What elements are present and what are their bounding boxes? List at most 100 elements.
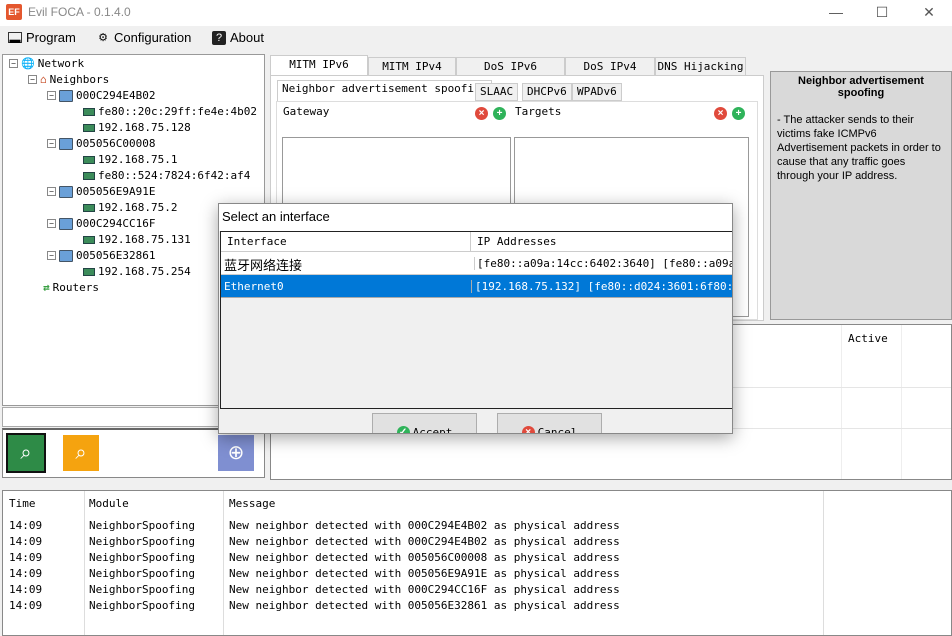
remove-icon: ×: [717, 108, 724, 119]
menu-about[interactable]: ? About: [212, 30, 264, 45]
tree-node-neighbors[interactable]: − ⌂ Neighbors: [28, 73, 109, 86]
add-computer-button[interactable]: ⊕: [218, 435, 254, 471]
subtab-dhcpv6[interactable]: DHCPv6: [522, 83, 572, 101]
subtab-neighbor-spoofing[interactable]: Neighbor advertisement spoofing: [277, 80, 493, 101]
tree-node-address[interactable]: fe80::524:7824:6f42:af4: [83, 169, 250, 182]
subtab-slaac[interactable]: SLAAC: [475, 83, 519, 101]
log-time: 14:09: [9, 519, 43, 532]
log-row[interactable]: 14:09 NeighborSpoofing New neighbor detect…: [3, 519, 952, 535]
tree-node-network[interactable]: − 🌐 Network: [9, 57, 84, 70]
tab-mitm-ipv4[interactable]: MITM IPv4: [368, 57, 456, 76]
tab-dos-ipv6[interactable]: DoS IPv6: [456, 57, 565, 76]
collapse-icon[interactable]: −: [47, 187, 56, 196]
remove-gateway-button[interactable]: ×: [475, 107, 488, 120]
collapse-icon[interactable]: −: [28, 75, 37, 84]
tree-label: fe80::20c:29ff:fe4e:4b02: [98, 105, 257, 118]
log-module: NeighborSpoofing: [89, 567, 195, 580]
tree-label: 005056E32861: [76, 249, 156, 262]
remove-icon: ×: [478, 108, 485, 119]
log-row[interactable]: 14:09 NeighborSpoofing New neighbor detect…: [3, 599, 952, 615]
tree-node-address[interactable]: 192.168.75.254: [83, 265, 191, 278]
network-card-icon: [83, 123, 95, 132]
column-header-time: Time: [9, 497, 36, 510]
log-message: New neighbor detected with 005056E32861 …: [229, 599, 620, 612]
computer-icon: [59, 249, 73, 262]
interface-row-selected[interactable]: Ethernet0 [192.168.75.132] [fe80::d024:3…: [221, 275, 732, 298]
tree-node-host[interactable]: − 005056C00008: [47, 137, 155, 150]
attack-scan-icon: ⌕: [75, 442, 87, 464]
add-icon: +: [735, 108, 742, 119]
tree-node-host[interactable]: − 005056E32861: [47, 249, 155, 262]
log-time: 14:09: [9, 551, 43, 564]
scan-toolbar: ⌕ ⌕ ⊕: [2, 428, 265, 478]
tree-node-host[interactable]: − 005056E9A91E: [47, 185, 155, 198]
log-message: New neighbor detected with 000C294CC16F …: [229, 583, 620, 596]
button-label: Accept: [412, 426, 453, 434]
minimize-icon: —: [829, 4, 843, 20]
accept-button[interactable]: ✓ Accept: [372, 413, 477, 434]
add-computer-icon: ⊕: [227, 442, 245, 464]
tab-dns-hijacking[interactable]: DNS Hijacking: [655, 57, 746, 76]
check-icon: ✓: [396, 426, 410, 433]
maximize-button[interactable]: ☐: [859, 2, 905, 22]
subtab-wpadv6[interactable]: WPADv6: [572, 83, 622, 101]
log-module: NeighborSpoofing: [89, 519, 195, 532]
log-module: NeighborSpoofing: [89, 583, 195, 596]
column-divider: [841, 325, 842, 479]
tree-node-address[interactable]: fe80::20c:29ff:fe4e:4b02: [83, 105, 257, 118]
log-message: New neighbor detected with 005056E9A91E …: [229, 567, 620, 580]
column-header-module: Module: [89, 497, 129, 510]
log-row[interactable]: 14:09 NeighborSpoofing New neighbor detect…: [3, 583, 952, 599]
menu-configuration[interactable]: ⚙ Configuration: [96, 30, 191, 45]
interface-row[interactable]: 蓝牙网络连接 [fe80::a09a:14cc:6402:3640] [fe80…: [221, 252, 732, 275]
log-row[interactable]: 14:09 NeighborSpoofing New neighbor detect…: [3, 551, 952, 567]
interface-ips: [fe80::a09a:14cc:6402:3640] [fe80::a09a:…: [474, 257, 732, 270]
collapse-icon[interactable]: −: [9, 59, 18, 68]
router-icon: ⇄: [43, 281, 50, 294]
minimize-button[interactable]: —: [813, 2, 859, 22]
column-header-interface[interactable]: Interface: [221, 232, 471, 252]
tree-node-host[interactable]: − 000C294CC16F: [47, 217, 155, 230]
menu-program[interactable]: ▬ Program: [8, 30, 76, 46]
network-card-icon: [83, 235, 95, 244]
network-card-icon: [83, 107, 95, 116]
collapse-icon[interactable]: −: [47, 251, 56, 260]
collapse-icon[interactable]: −: [47, 91, 56, 100]
dialog-title: Select an interface: [219, 204, 732, 231]
attack-scan-button[interactable]: ⌕: [63, 435, 99, 471]
info-title: Neighbor advertisement spoofing: [798, 75, 924, 99]
column-header-active: Active: [848, 332, 888, 345]
tree-node-address[interactable]: 192.168.75.128: [83, 121, 191, 134]
tree-label: 192.168.75.2: [98, 201, 178, 214]
interface-name: 蓝牙网络连接: [224, 259, 303, 274]
tree-node-address[interactable]: 192.168.75.1: [83, 153, 177, 166]
menu-label: Program: [26, 30, 76, 45]
tree-node-routers[interactable]: ⇄ Routers: [43, 281, 99, 294]
add-target-button[interactable]: +: [732, 107, 745, 120]
log-table[interactable]: Time Module Message 14:09 NeighborSpoofin…: [2, 490, 952, 636]
tree-node-host[interactable]: − 000C294E4B02: [47, 89, 155, 102]
collapse-icon[interactable]: −: [47, 219, 56, 228]
tree-label: 000C294E4B02: [76, 89, 156, 102]
tab-dos-ipv4[interactable]: DoS IPv4: [565, 57, 655, 76]
tree-node-address[interactable]: 192.168.75.131: [83, 233, 191, 246]
add-icon: +: [496, 108, 503, 119]
tree-node-address[interactable]: 192.168.75.2: [83, 201, 177, 214]
tab-mitm-ipv6[interactable]: MITM IPv6: [270, 55, 368, 76]
tree-label: 192.168.75.128: [98, 121, 191, 134]
column-header-ip-addresses[interactable]: IP Addresses: [471, 232, 732, 252]
folder-icon: ▬: [8, 32, 22, 46]
help-icon: ?: [212, 30, 226, 45]
collapse-icon[interactable]: −: [47, 139, 56, 148]
log-row[interactable]: 14:09 NeighborSpoofing New neighbor detect…: [3, 567, 952, 583]
app-logo-icon: EF: [6, 4, 22, 20]
cancel-button[interactable]: × Cancel: [497, 413, 602, 433]
computer-icon: [59, 89, 73, 102]
close-button[interactable]: ✕: [906, 2, 952, 22]
remove-target-button[interactable]: ×: [714, 107, 727, 120]
log-row[interactable]: 14:09 NeighborSpoofing New neighbor detect…: [3, 535, 952, 551]
start-scan-button[interactable]: ⌕: [6, 433, 46, 473]
log-message: New neighbor detected with 005056C00008 …: [229, 551, 620, 564]
add-gateway-button[interactable]: +: [493, 107, 506, 120]
interface-grid[interactable]: Interface IP Addresses 蓝牙网络连接 [fe80::a09…: [220, 231, 732, 409]
